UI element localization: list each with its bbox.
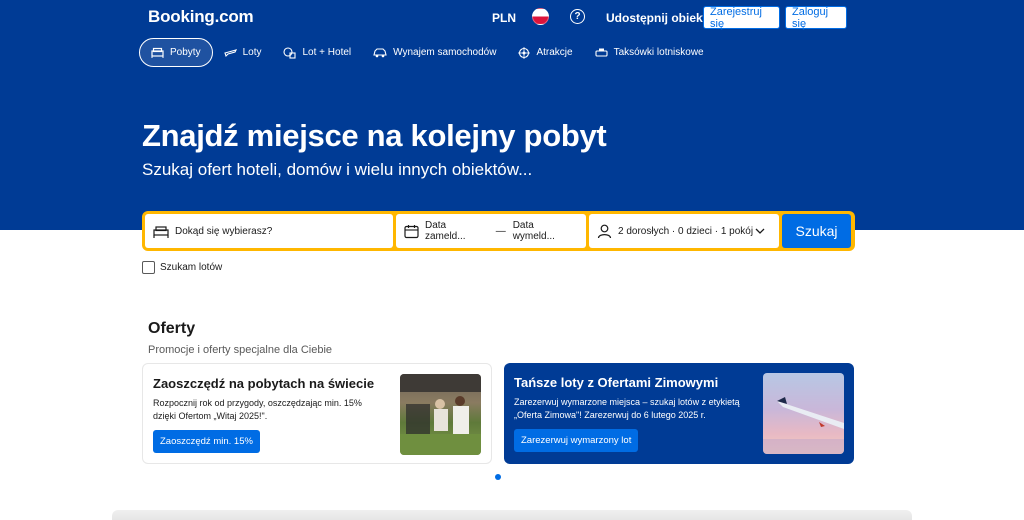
list-property-link[interactable]: Udostępnij obiekt xyxy=(606,11,707,25)
tab-stays[interactable]: Pobyty xyxy=(139,38,213,67)
offer-card-button[interactable]: Zaoszczędź min. 15% xyxy=(153,430,260,453)
offer-card-button[interactable]: Zarezerwuj wymarzony lot xyxy=(514,429,639,452)
airplane-wing-image xyxy=(763,373,844,454)
airplane-wing-illustration xyxy=(763,397,844,454)
checkout-date: Data wymeld... xyxy=(512,220,555,242)
flights-checkbox-label: Szukam lotów xyxy=(160,262,223,273)
guests-selector[interactable]: 2 dorosłych · 0 dzieci · 1 pokój xyxy=(589,214,779,248)
tab-label: Atrakcje xyxy=(536,47,573,58)
checkin-date: Data zameld... xyxy=(425,220,466,242)
destination-placeholder: Dokąd się wybierasz? xyxy=(175,225,273,237)
tab-label: Taksówki lotniskowe xyxy=(613,47,704,58)
offer-card-title: Tańsze loty z Ofertami Zimowymi xyxy=(514,375,719,390)
page-title: Znajdź miejsce na kolejny pobyt xyxy=(142,118,607,153)
offer-card-flights: Tańsze loty z Ofertami Zimowymi Zarezerw… xyxy=(504,363,854,464)
carousel-indicator[interactable] xyxy=(495,474,501,480)
bed-icon xyxy=(151,47,164,58)
offers-title: Oferty xyxy=(148,320,196,337)
guests-group: 2 dorosłych · 0 dzieci · 1 pokój xyxy=(597,224,753,239)
page-subtitle: Szukaj ofert hoteli, domów i wielu innyc… xyxy=(142,160,533,179)
attractions-icon xyxy=(518,46,531,59)
calendar-icon xyxy=(404,224,419,238)
register-button[interactable]: Zarejestruj się xyxy=(703,6,780,30)
hero-banner: Booking.com PLN ? Udostępnij obiekt Zare… xyxy=(0,0,1024,230)
date-separator: — xyxy=(495,225,506,237)
currency-button[interactable]: PLN xyxy=(492,11,516,25)
offer-card-text: Zarezerwuj wymarzone miejsca – szukaj lo… xyxy=(514,397,740,420)
tab-attractions[interactable]: Atrakcje xyxy=(507,38,583,67)
offer-card-stays: Zaoszczędź na pobytach na świecie Rozpoc… xyxy=(142,363,492,464)
bed-icon xyxy=(153,225,169,238)
offer-card-text: Rozpocznij rok od przygody, oszczędzając… xyxy=(153,398,362,421)
tab-label: Loty xyxy=(242,47,262,58)
main-nav: Pobyty Loty Lot + Hotel Wynajem samochod… xyxy=(139,38,715,67)
tab-label: Pobyty xyxy=(170,47,201,58)
search-button[interactable]: Szukaj xyxy=(782,214,851,248)
tab-flights[interactable]: Loty xyxy=(213,38,273,67)
flight-hotel-icon xyxy=(283,46,297,59)
flights-checkbox[interactable] xyxy=(142,261,155,274)
question-circle-icon[interactable]: ? xyxy=(570,9,585,24)
tab-label: Lot + Hotel xyxy=(302,47,352,58)
travel-couple-image xyxy=(400,374,481,455)
flights-checkbox-row[interactable]: Szukam lotów xyxy=(142,261,222,274)
tab-airport-taxis[interactable]: Taksówki lotniskowe xyxy=(584,38,715,67)
search-bar: Dokąd się wybierasz? Data zameld... — Da… xyxy=(142,211,855,251)
tab-label: Wynajem samochodów xyxy=(393,47,497,58)
car-icon xyxy=(373,47,387,57)
login-button[interactable]: Zaloguj się xyxy=(785,6,847,30)
destination-input[interactable]: Dokąd się wybierasz? xyxy=(145,214,393,248)
chevron-down-icon xyxy=(755,228,765,234)
date-picker[interactable]: Data zameld... — Data wymeld... xyxy=(396,214,586,248)
tab-car-rental[interactable]: Wynajem samochodów xyxy=(362,38,507,67)
plane-icon xyxy=(223,49,237,58)
offer-card-title: Zaoszczędź na pobytach na świecie xyxy=(153,376,375,391)
poland-flag-icon[interactable] xyxy=(532,8,549,25)
booking-logo[interactable]: Booking.com xyxy=(148,7,254,27)
safari-vehicle-illustration xyxy=(400,374,481,455)
person-icon xyxy=(597,224,612,238)
guests-value: 2 dorosłych · 0 dzieci · 1 pokój xyxy=(618,225,754,237)
tab-flight-hotel[interactable]: Lot + Hotel xyxy=(272,38,362,67)
offers-subtitle: Promocje i oferty specjalne dla Ciebie xyxy=(148,344,333,356)
next-section-edge xyxy=(112,510,912,520)
taxi-icon xyxy=(595,48,608,57)
